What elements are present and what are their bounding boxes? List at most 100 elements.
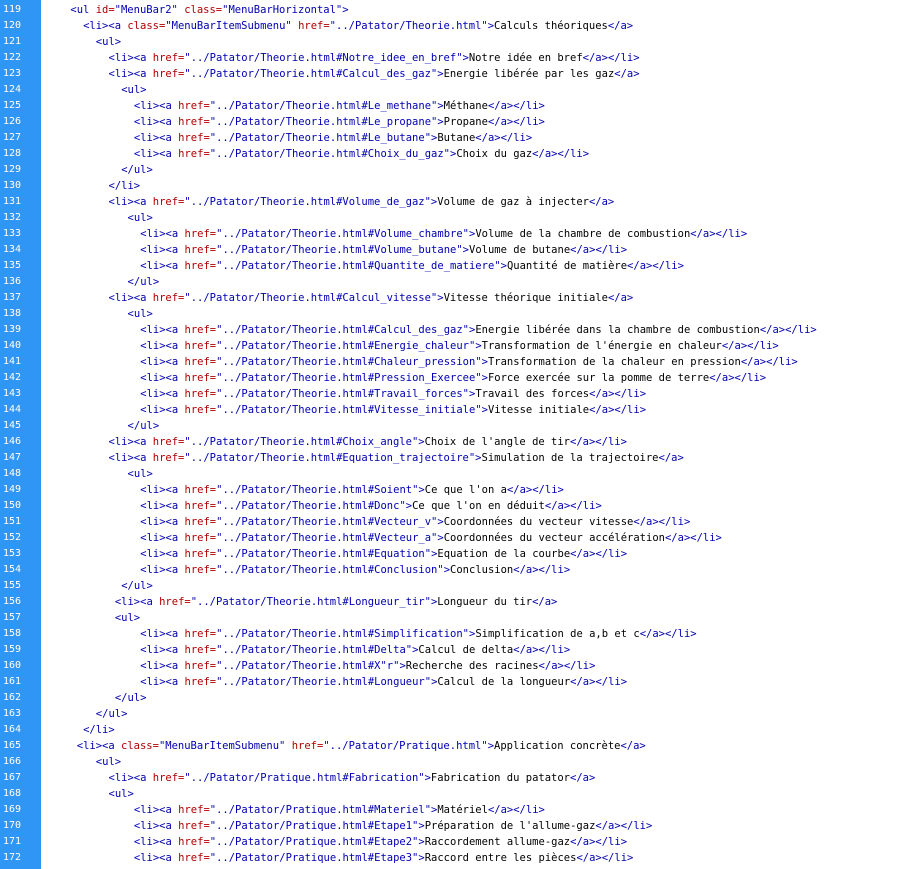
code-line[interactable]: 123 <li><a href="../Patator/Theorie.html#… (0, 66, 901, 82)
code-line[interactable]: 165 <li><a class="MenuBarItemSubmenu" hre… (0, 738, 901, 754)
link-text: Energie libérée dans la chambre de combu… (475, 324, 760, 336)
code-line[interactable]: 136 </ul> (0, 274, 901, 290)
code-line[interactable]: 138 <ul> (0, 306, 901, 322)
code-editor[interactable]: 119 <ul id="MenuBar2" class="MenuBarHoriz… (0, 0, 901, 869)
line-number: 171 (3, 836, 22, 847)
code-line[interactable]: 128 <li><a href="../Patator/Theorie.html#… (0, 146, 901, 162)
code-text: </li> (83, 722, 115, 738)
line-number: 153 (3, 548, 22, 559)
link-text: Transformation de la chaleur en pression (487, 356, 741, 368)
code-line[interactable]: 132 <ul> (0, 210, 901, 226)
markup-token: </a></li> (709, 372, 767, 384)
code-line[interactable]: 133 <li><a href="../Patator/Theorie.html#… (0, 226, 901, 242)
code-line[interactable]: 134 <li><a href="../Patator/Theorie.html#… (0, 242, 901, 258)
code-text: <li><a href="../Patator/Theorie.html#Equ… (140, 546, 627, 562)
code-line[interactable]: 150 <li><a href="../Patator/Theorie.html#… (0, 498, 901, 514)
link-text: Longueur du tir (437, 596, 533, 608)
link-text: Propane (443, 116, 488, 128)
markup-token: </li> (83, 724, 115, 736)
line-number: 169 (3, 804, 22, 815)
link-text: Vitesse théorique initiale (443, 292, 608, 304)
line-number: 128 (3, 148, 22, 159)
markup-token: <li><a (133, 132, 179, 144)
code-line[interactable]: 166 <ul> (0, 754, 901, 770)
line-number: 121 (3, 36, 22, 47)
markup-token: </a> (588, 196, 615, 208)
markup-token: </a></li> (740, 356, 798, 368)
markup-token: <li><a (108, 772, 153, 784)
line-number: 170 (3, 820, 22, 831)
code-line[interactable]: 131 <li><a href="../Patator/Theorie.html#… (0, 194, 901, 210)
markup-token: </a> (607, 20, 634, 32)
markup-token: "../Patator/Theorie.html#Soient" (216, 484, 419, 496)
markup-token: </a></li> (639, 628, 697, 640)
code-line[interactable]: 156 <li><a href="../Patator/Theorie.html#… (0, 594, 901, 610)
code-line[interactable]: 152 <li><a href="../Patator/Theorie.html#… (0, 530, 901, 546)
code-line[interactable]: 159 <li><a href="../Patator/Theorie.html#… (0, 642, 901, 658)
code-text: <li><a href="../Patator/Theorie.html#Vit… (140, 402, 646, 418)
code-line[interactable]: 122 <li><a href="../Patator/Theorie.html#… (0, 50, 901, 66)
code-text: <li><a href="../Patator/Theorie.html#Not… (109, 50, 640, 66)
link-text: Ce que l'on en déduit (412, 500, 545, 512)
code-line[interactable]: 171 <li><a href="../Patator/Pratique.html… (0, 834, 901, 850)
code-line[interactable]: 148 <ul> (0, 466, 901, 482)
markup-token: <li><a (114, 596, 160, 608)
code-line[interactable]: 161 <li><a href="../Patator/Theorie.html#… (0, 674, 901, 690)
code-line[interactable]: 169 <li><a href="../Patator/Pratique.html… (0, 802, 901, 818)
code-text: <li><a href="../Patator/Theorie.html#Con… (140, 562, 570, 578)
line-number: 160 (3, 660, 22, 671)
markup-token: </a></li> (759, 324, 817, 336)
code-line[interactable]: 146 <li><a href="../Patator/Theorie.html#… (0, 434, 901, 450)
code-line[interactable]: 162 </ul> (0, 690, 901, 706)
markup-token: </a></li> (570, 836, 628, 848)
code-line[interactable]: 144 <li><a href="../Patator/Theorie.html#… (0, 402, 901, 418)
code-line[interactable]: 119 <ul id="MenuBar2" class="MenuBarHoriz… (0, 2, 901, 18)
link-text: Méthane (443, 100, 488, 112)
markup-token: <li><a (140, 244, 185, 256)
code-line[interactable]: 125 <li><a href="../Patator/Theorie.html#… (0, 98, 901, 114)
code-line[interactable]: 145 </ul> (0, 418, 901, 434)
code-line[interactable]: 126 <li><a href="../Patator/Theorie.html#… (0, 114, 901, 130)
code-line[interactable]: 127 <li><a href="../Patator/Theorie.html#… (0, 130, 901, 146)
code-line[interactable]: 155 </ul> (0, 578, 901, 594)
code-line[interactable]: 149 <li><a href="../Patator/Theorie.html#… (0, 482, 901, 498)
code-line[interactable]: 137 <li><a href="../Patator/Theorie.html#… (0, 290, 901, 306)
line-number: 151 (3, 516, 22, 527)
markup-token: "../Patator/Theorie.html#Pression_Exerce… (216, 372, 482, 384)
markup-token: href= (184, 532, 217, 544)
code-line[interactable]: 147 <li><a href="../Patator/Theorie.html#… (0, 450, 901, 466)
code-line[interactable]: 139 <li><a href="../Patator/Theorie.html#… (0, 322, 901, 338)
code-line[interactable]: 135 <li><a href="../Patator/Theorie.html#… (0, 258, 901, 274)
link-text: Ce que l'on a (424, 484, 507, 496)
code-line[interactable]: 157 <ul> (0, 610, 901, 626)
markup-token: <ul> (127, 468, 153, 480)
code-line[interactable]: 153 <li><a href="../Patator/Theorie.html#… (0, 546, 901, 562)
code-line[interactable]: 140 <li><a href="../Patator/Theorie.html#… (0, 338, 901, 354)
code-line[interactable]: 130 </li> (0, 178, 901, 194)
code-line[interactable]: 160 <li><a href="../Patator/Theorie.html#… (0, 658, 901, 674)
code-line[interactable]: 164 </li> (0, 722, 901, 738)
code-line[interactable]: 120 <li><a class="MenuBarItemSubmenu" hre… (0, 18, 901, 34)
code-line[interactable]: 170 <li><a href="../Patator/Pratique.html… (0, 818, 901, 834)
code-line[interactable]: 143 <li><a href="../Patator/Theorie.html#… (0, 386, 901, 402)
code-line[interactable]: 158 <li><a href="../Patator/Theorie.html#… (0, 626, 901, 642)
link-text: Calculs théoriques (494, 20, 608, 32)
code-line[interactable]: 129 </ul> (0, 162, 901, 178)
code-line[interactable]: 167 <li><a href="../Patator/Pratique.html… (0, 770, 901, 786)
code-line[interactable]: 154 <li><a href="../Patator/Theorie.html#… (0, 562, 901, 578)
code-text: <li><a href="../Patator/Theorie.html#Cha… (140, 354, 798, 370)
code-line[interactable]: 141 <li><a href="../Patator/Theorie.html#… (0, 354, 901, 370)
code-text: <li><a href="../Patator/Theorie.html#Le_… (134, 130, 532, 146)
code-line[interactable]: 168 <ul> (0, 786, 901, 802)
code-line[interactable]: 163 </ul> (0, 706, 901, 722)
code-line[interactable]: 151 <li><a href="../Patator/Theorie.html#… (0, 514, 901, 530)
link-text: Application concrète (494, 740, 621, 752)
line-number: 172 (3, 852, 22, 863)
markup-token: <li><a (108, 52, 153, 64)
code-line[interactable]: 124 <ul> (0, 82, 901, 98)
code-line[interactable]: 142 <li><a href="../Patator/Theorie.html#… (0, 370, 901, 386)
code-line[interactable]: 172 <li><a href="../Patator/Pratique.html… (0, 850, 901, 866)
markup-token: href= (178, 836, 210, 848)
code-line[interactable]: 121 <ul> (0, 34, 901, 50)
link-text: Energie libérée par les gaz (443, 68, 615, 80)
